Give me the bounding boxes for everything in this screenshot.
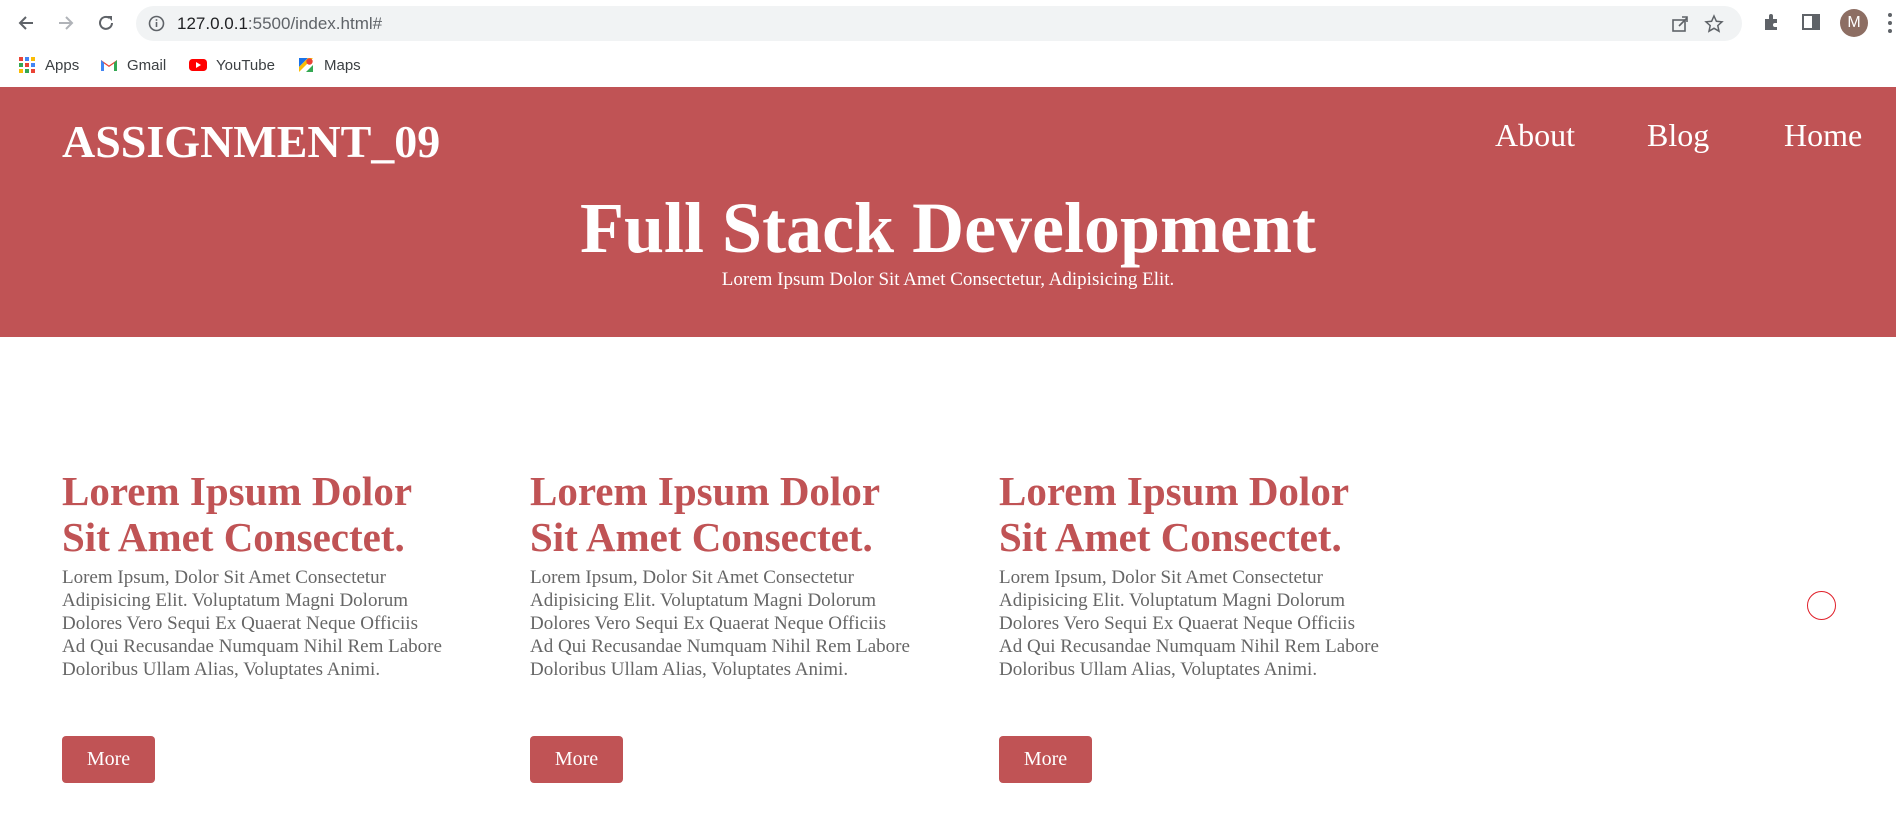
reload-button[interactable] [92, 9, 120, 37]
more-button[interactable]: More [62, 736, 155, 783]
bookmark-label: Apps [45, 56, 80, 74]
bookmark-apps[interactable]: Apps [18, 54, 79, 76]
card-body: Lorem Ipsum, Dolor Sit Amet Consectetur … [62, 567, 442, 680]
nav-link-about[interactable]: About [1495, 117, 1575, 154]
forward-arrow-icon [59, 16, 74, 30]
profile-avatar[interactable]: M [1840, 9, 1868, 37]
bookmark-label: Gmail [127, 56, 167, 74]
more-button[interactable]: More [999, 736, 1092, 783]
article-card: Lorem Ipsum Dolor Sit Amet Consectet. Lo… [62, 468, 442, 783]
page-title: Full Stack Development [580, 188, 1316, 268]
back-button[interactable] [12, 9, 40, 37]
browser-toolbar: 127.0.0.1:5500/index.html# M [0, 0, 1896, 46]
side-panel-icon[interactable] [1800, 11, 1822, 33]
address-bar[interactable]: 127.0.0.1:5500/index.html# [136, 6, 1742, 41]
extensions-puzzle-icon[interactable] [1761, 11, 1783, 33]
nav-link-home[interactable]: Home [1784, 117, 1862, 154]
url-host: 127.0.0.1 [177, 14, 248, 33]
card-title: Lorem Ipsum Dolor Sit Amet Consectet. [999, 468, 1349, 560]
bookmark-label: Maps [324, 56, 361, 74]
bookmark-label: YouTube [216, 56, 275, 74]
bookmark-gmail[interactable]: Gmail [100, 54, 166, 76]
youtube-icon [189, 59, 207, 71]
gmail-icon [101, 60, 117, 71]
browser-chrome: 127.0.0.1:5500/index.html# M Apps Gmail … [0, 0, 1896, 87]
article-card: Lorem Ipsum Dolor Sit Amet Consectet. Lo… [999, 468, 1379, 783]
more-menu-icon[interactable] [1884, 11, 1896, 35]
share-icon[interactable] [1670, 14, 1690, 34]
article-card: Lorem Ipsum Dolor Sit Amet Consectet. Lo… [530, 468, 910, 783]
bookmark-youtube[interactable]: YouTube [189, 54, 275, 76]
more-button[interactable]: More [530, 736, 623, 783]
forward-button[interactable] [52, 9, 80, 37]
apps-grid-icon [19, 57, 35, 73]
back-arrow-icon [18, 16, 33, 30]
hero-header: ASSIGNMENT_09 About Blog Home Full Stack… [0, 87, 1896, 337]
site-brand[interactable]: ASSIGNMENT_09 [62, 115, 440, 168]
bookmarks-bar: Apps Gmail YouTube Maps [0, 50, 1896, 80]
url-path: :5500/index.html# [247, 14, 383, 33]
reload-icon [99, 15, 113, 30]
bookmark-star-icon[interactable] [1704, 14, 1724, 34]
site-info-icon[interactable] [148, 15, 165, 32]
url-text: 127.0.0.1:5500/index.html# [177, 14, 382, 34]
maps-icon [299, 58, 313, 72]
card-title: Lorem Ipsum Dolor Sit Amet Consectet. [530, 468, 880, 560]
cursor-indicator [1807, 591, 1836, 620]
card-title: Lorem Ipsum Dolor Sit Amet Consectet. [62, 468, 412, 560]
nav-link-blog[interactable]: Blog [1647, 117, 1709, 154]
page-subtitle: Lorem Ipsum Dolor Sit Amet Consectetur, … [721, 269, 1175, 290]
card-body: Lorem Ipsum, Dolor Sit Amet Consectetur … [999, 567, 1379, 680]
card-body: Lorem Ipsum, Dolor Sit Amet Consectetur … [530, 567, 910, 680]
bookmark-maps[interactable]: Maps [297, 54, 361, 76]
